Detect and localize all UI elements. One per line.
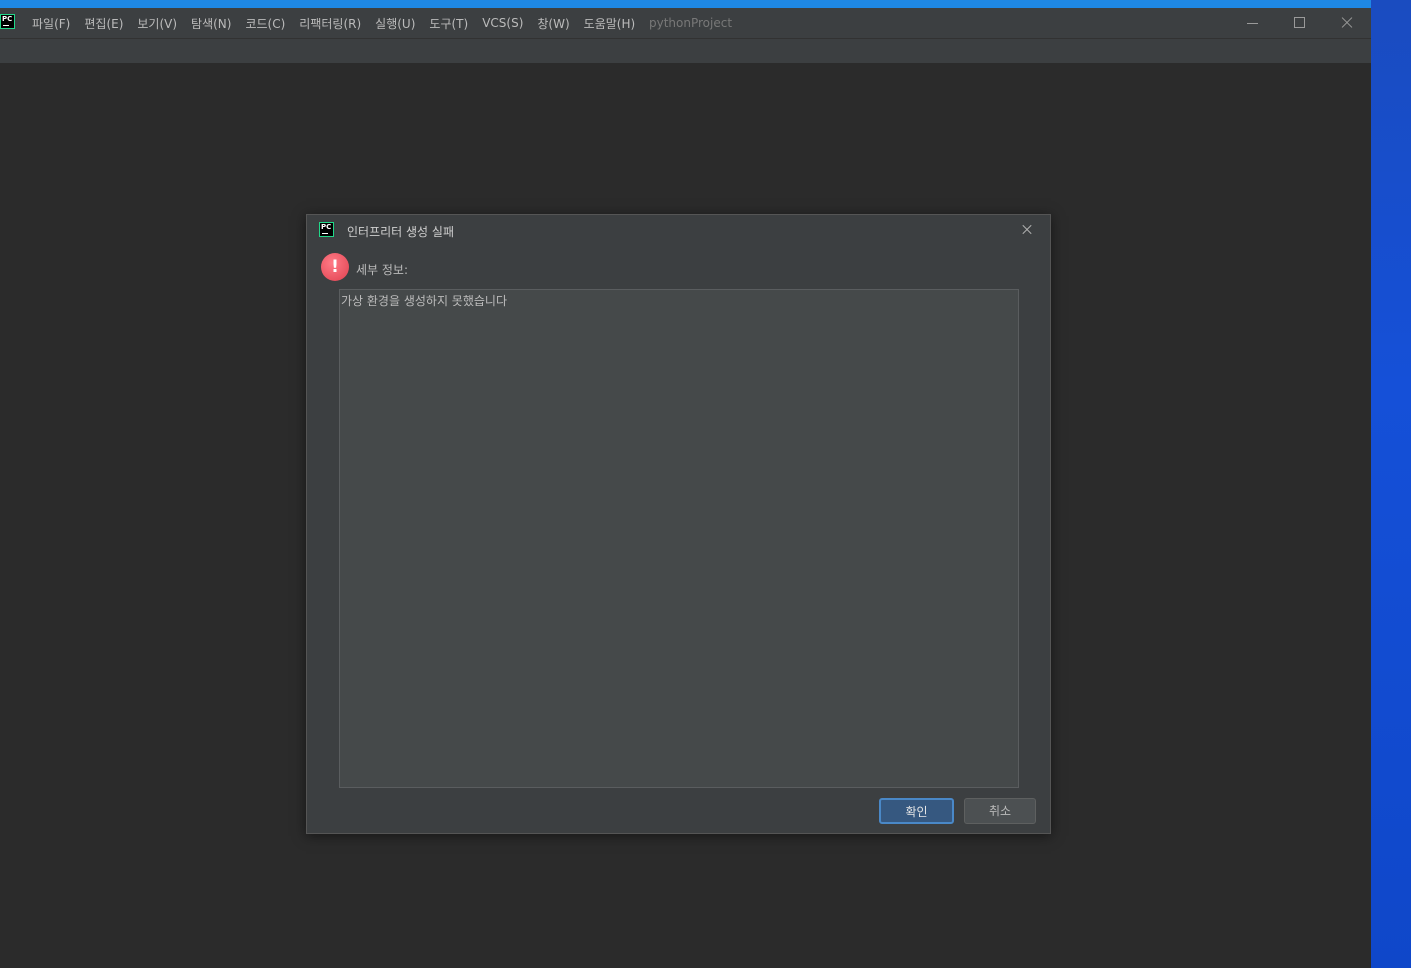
- menu-run[interactable]: 실행(U): [375, 15, 415, 32]
- dialog-title: 인터프리터 생성 실패: [347, 225, 454, 239]
- menu-code[interactable]: 코드(C): [245, 15, 285, 32]
- interpreter-error-dialog: PC 인터프리터 생성 실패 ! 세부 정보: 가상 환경을 생성하지 못했습니…: [306, 214, 1051, 834]
- minimize-icon[interactable]: [1242, 12, 1264, 34]
- toolbar: [0, 39, 1371, 64]
- close-window-icon[interactable]: [1336, 12, 1358, 34]
- desktop-background: [1371, 0, 1411, 968]
- title-bar: PC 파일(F) 편집(E) 보기(V) 탐색(N) 코드(C) 리팩터링(R)…: [0, 8, 1371, 39]
- details-text: 가상 환경을 생성하지 못했습니다: [341, 294, 508, 308]
- menu-navigate[interactable]: 탐색(N): [191, 15, 231, 32]
- pycharm-logo-icon: PC: [0, 14, 15, 29]
- menu-tools[interactable]: 도구(T): [429, 15, 468, 32]
- menu-file[interactable]: 파일(F): [32, 15, 70, 32]
- maximize-icon[interactable]: [1289, 12, 1311, 34]
- menu-view[interactable]: 보기(V): [137, 15, 177, 32]
- details-label: 세부 정보:: [356, 263, 409, 277]
- ok-button[interactable]: 확인: [879, 798, 954, 824]
- window-top-accent: [0, 0, 1371, 8]
- main-menu: 파일(F) 편집(E) 보기(V) 탐색(N) 코드(C) 리팩터링(R) 실행…: [32, 8, 649, 38]
- error-icon: !: [321, 253, 349, 281]
- menu-help[interactable]: 도움말(H): [584, 15, 636, 32]
- menu-edit[interactable]: 편집(E): [84, 15, 123, 32]
- close-icon[interactable]: [1016, 218, 1038, 240]
- project-name: pythonProject: [649, 16, 733, 30]
- menu-refactor[interactable]: 리팩터링(R): [299, 15, 361, 32]
- details-text-area[interactable]: 가상 환경을 생성하지 못했습니다: [339, 289, 1019, 788]
- pycharm-logo-icon: PC: [319, 222, 334, 237]
- menu-vcs[interactable]: VCS(S): [482, 16, 523, 30]
- menu-window[interactable]: 창(W): [537, 15, 569, 32]
- cancel-button[interactable]: 취소: [964, 798, 1036, 824]
